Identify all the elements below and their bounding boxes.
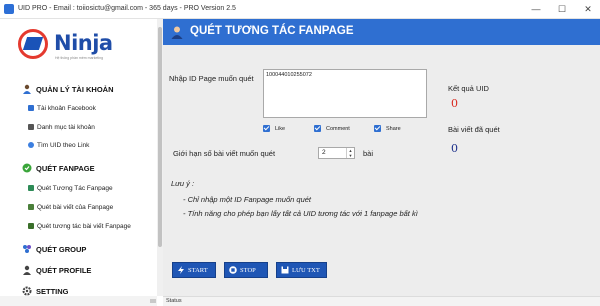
page-id-label: Nhập ID Page muốn quét <box>169 74 254 83</box>
group-icon <box>22 244 32 254</box>
close-button[interactable]: ✕ <box>578 2 598 16</box>
stop-label: STOP <box>240 266 256 274</box>
sidebar-item-scan-fanpage-interaction[interactable]: Quét Tương Tác Fanpage <box>28 183 113 193</box>
sidebar-section-group[interactable]: QUÉT GROUP <box>22 243 86 255</box>
result-posts-value: 0 <box>451 142 458 155</box>
note-line: - Tính năng cho phép bạn lấy tất cả UID … <box>183 209 418 218</box>
sidebar-item-scan-fanpage-posts[interactable]: Quét bài viết của Fanpage <box>28 202 113 212</box>
sidebar-item-label: Tìm UID theo Link <box>37 141 90 149</box>
checkbox-label: Share <box>386 125 401 132</box>
stepper-arrows-icon[interactable]: ▲ ▼ <box>346 148 354 158</box>
checkbox-checked-icon <box>374 125 381 132</box>
facebook-icon <box>28 105 34 111</box>
sidebar-item-label: Quét Tương Tác Fanpage <box>37 184 113 192</box>
post-interaction-icon <box>28 223 34 229</box>
save-icon <box>281 266 289 274</box>
sidebar-item-scan-post-interaction[interactable]: Quét tương tác bài viết Fanpage <box>28 221 131 231</box>
app-icon <box>4 4 14 14</box>
sidebar-item-account-category[interactable]: Danh mục tài khoản <box>28 122 95 132</box>
lightning-icon <box>177 266 185 274</box>
stop-icon <box>229 266 237 274</box>
post-icon <box>28 204 34 210</box>
sidebar-scroll-thumb[interactable] <box>158 27 162 247</box>
sidebar-section-label: QUÉT FANPAGE <box>36 163 95 173</box>
page-icon <box>28 185 34 191</box>
sidebar-section-account[interactable]: QUẢN LÝ TÀI KHOẢN <box>22 83 114 95</box>
sidebar-section-label: QUÉT PROFILE <box>36 265 92 275</box>
note-title: Lưu ý : <box>171 179 195 188</box>
result-uid-label: Kết quả UID <box>448 84 489 93</box>
checkbox-checked-icon <box>314 125 321 132</box>
profile-icon <box>22 265 32 275</box>
sidebar-item-find-uid[interactable]: Tìm UID theo Link <box>28 140 89 150</box>
checkbox-label: Comment <box>326 125 350 132</box>
checkbox-checked-icon <box>263 125 270 132</box>
link-icon <box>28 142 34 148</box>
sidebar-section-label: QUÉT GROUP <box>36 244 87 254</box>
checkbox-label: Like <box>275 125 286 132</box>
limit-value: 2 <box>322 149 326 156</box>
start-label: START <box>188 266 208 274</box>
ninja-logo: Ninja Hệ thống phần mềm marketing <box>18 27 138 67</box>
comment-checkbox[interactable]: Comment <box>314 125 350 132</box>
status-text: Status <box>166 298 182 304</box>
list-icon <box>28 124 34 130</box>
main-header: QUÉT TƯƠNG TÁC FANPAGE <box>163 19 600 45</box>
action-bar: START STOP LƯU TXT <box>163 259 600 281</box>
limit-suffix: bài <box>363 149 374 158</box>
stop-button[interactable]: STOP <box>224 262 268 278</box>
fanpage-icon <box>22 163 32 173</box>
limit-label: Giới hạn số bài viết muốn quét <box>173 149 276 158</box>
sidebar-item-facebook-account[interactable]: Tài khoản Facebook <box>28 103 96 113</box>
result-uid-value: 0 <box>451 97 458 110</box>
hscroll-thumb[interactable] <box>150 299 156 303</box>
sidebar-item-label: Quét tương tác bài viết Fanpage <box>37 222 131 230</box>
sidebar-section-label: SETTING <box>36 286 69 296</box>
save-txt-button[interactable]: LƯU TXT <box>276 262 327 278</box>
title-bar: UID PRO - Email : toiiosictu@gmail.com -… <box>0 0 600 19</box>
sidebar-item-label: Danh mục tài khoản <box>37 123 95 131</box>
like-checkbox[interactable]: Like <box>263 125 285 132</box>
user-icon <box>22 84 32 94</box>
maximize-button[interactable]: ☐ <box>552 2 572 16</box>
page-title: QUÉT TƯƠNG TÁC FANPAGE <box>190 25 354 37</box>
result-posts-label: Bài viết đã quét <box>448 125 500 134</box>
sidebar-section-profile[interactable]: QUÉT PROFILE <box>22 264 91 276</box>
logo-text: Ninja <box>54 31 113 55</box>
sidebar-item-label: Quét bài viết của Fanpage <box>37 203 114 211</box>
logo-tagline: Hệ thống phần mềm marketing <box>55 56 104 60</box>
gear-icon <box>22 286 32 296</box>
sidebar-hscrollbar[interactable] <box>0 296 157 306</box>
user-header-icon <box>170 25 184 39</box>
window-title: UID PRO - Email : toiiosictu@gmail.com -… <box>18 5 236 12</box>
status-bar: Status <box>163 296 600 306</box>
sidebar-item-label: Tài khoản Facebook <box>37 104 96 112</box>
start-button[interactable]: START <box>172 262 216 278</box>
page-id-input[interactable]: 100044010255072 <box>263 69 427 118</box>
limit-stepper[interactable]: 2 ▲ ▼ <box>318 147 355 159</box>
sidebar-section-label: QUẢN LÝ TÀI KHOẢN <box>36 84 114 94</box>
minimize-button[interactable]: — <box>526 2 546 16</box>
share-checkbox[interactable]: Share <box>374 125 401 132</box>
sidebar-section-fanpage[interactable]: QUÉT FANPAGE <box>22 162 95 174</box>
sidebar: Ninja Hệ thống phần mềm marketing QUẢN L… <box>0 19 157 306</box>
save-label: LƯU TXT <box>292 266 320 274</box>
main-panel: QUÉT TƯƠNG TÁC FANPAGE Nhập ID Page muốn… <box>163 19 600 296</box>
note-line: - Chỉ nhập một ID Fanpage muốn quét <box>183 195 311 204</box>
